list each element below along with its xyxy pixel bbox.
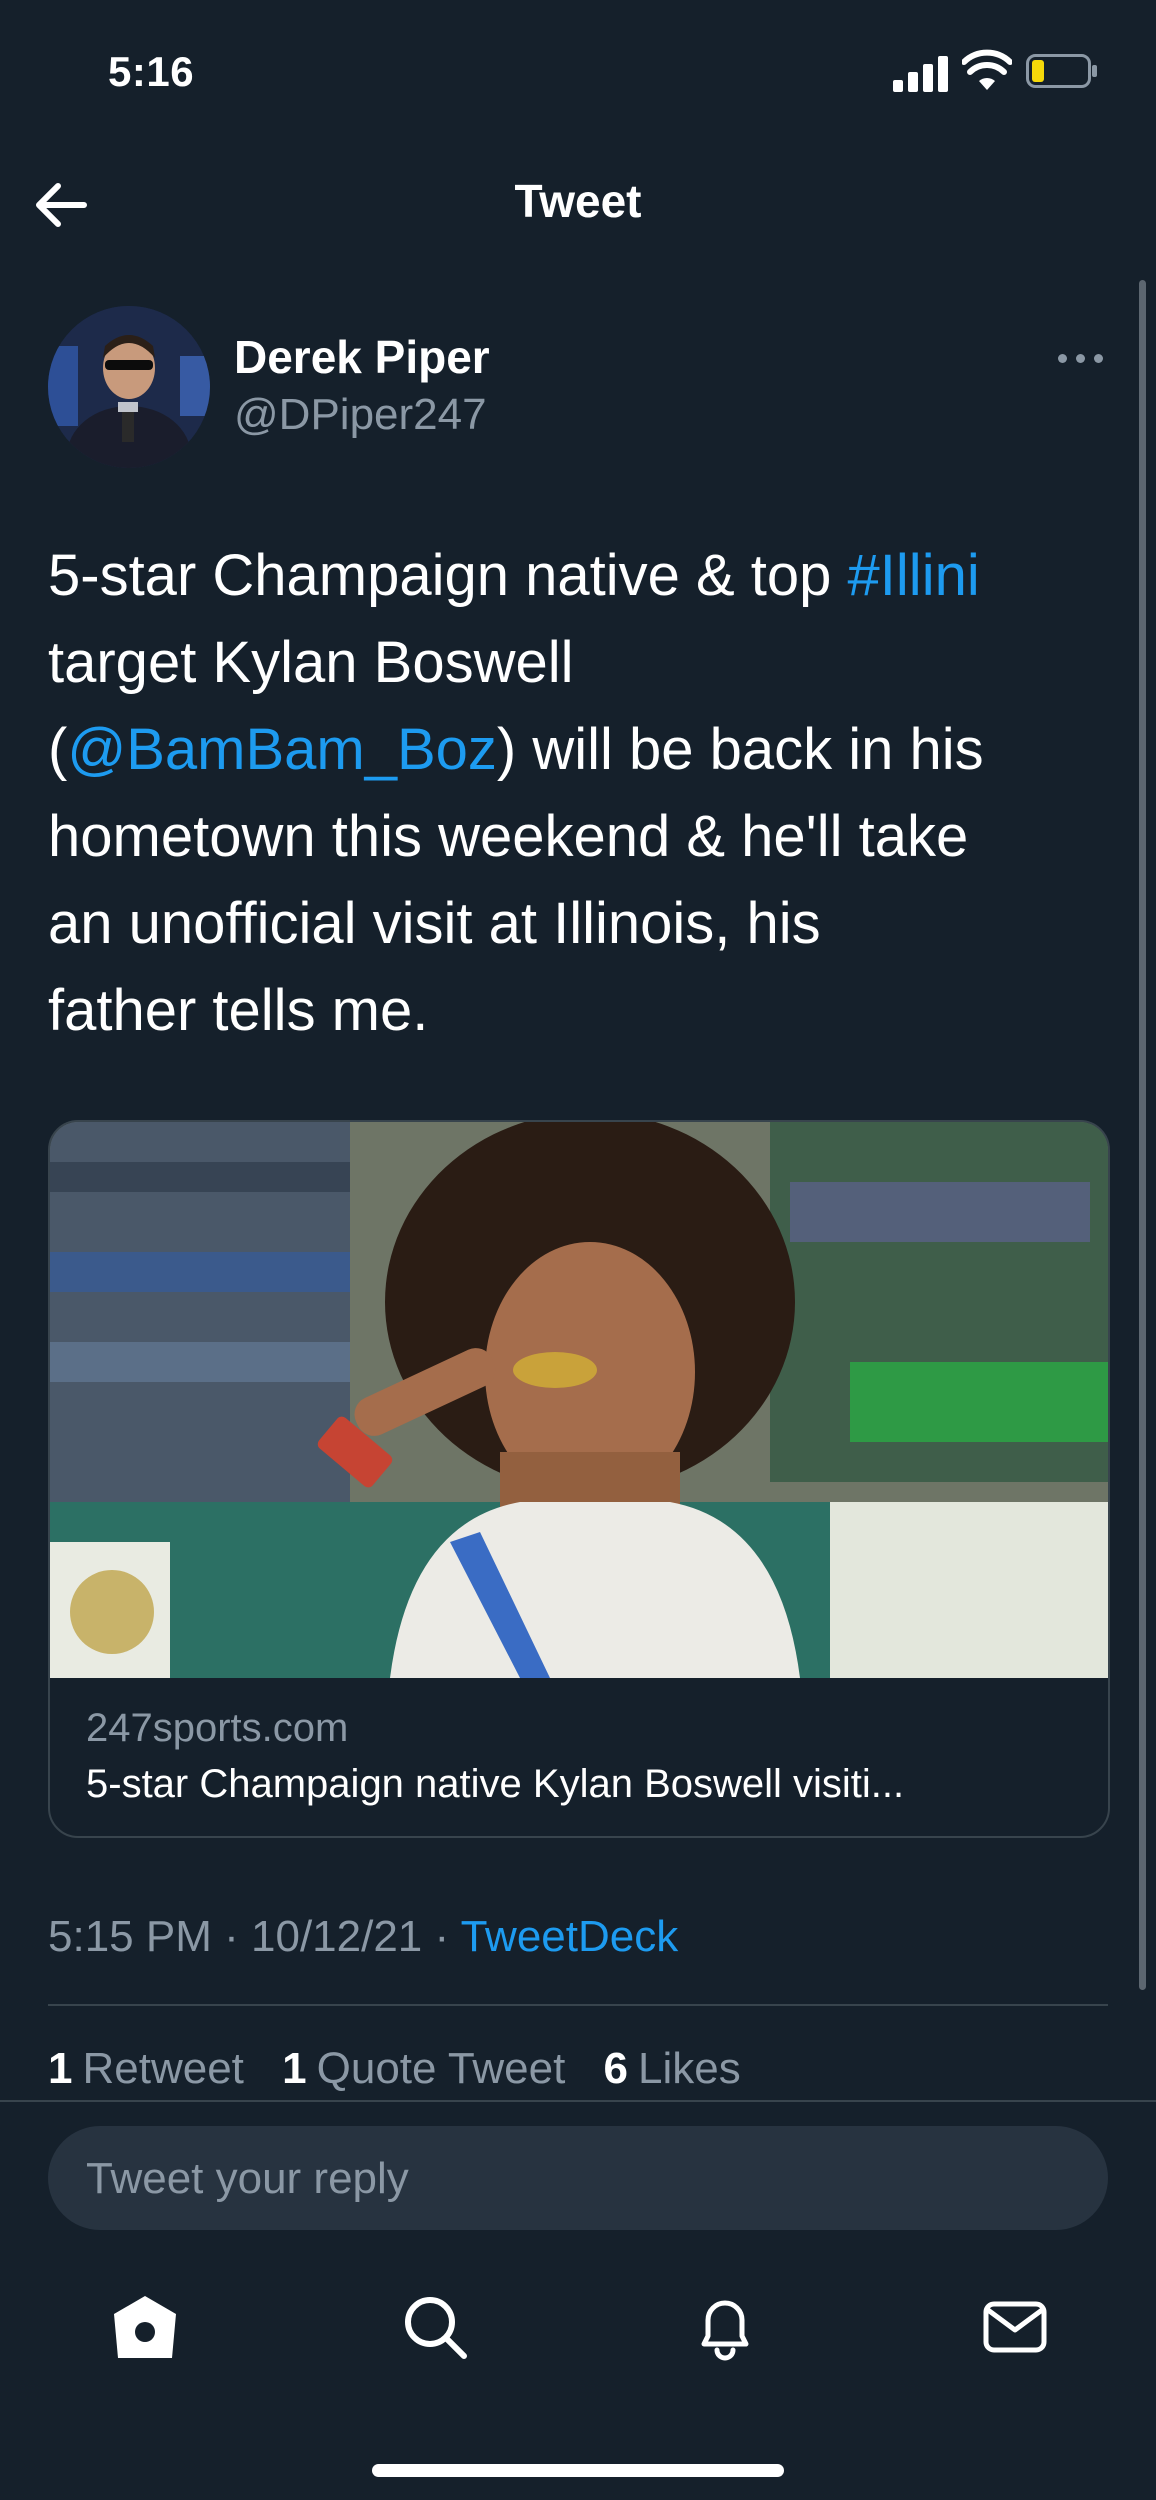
battery-icon xyxy=(1026,54,1097,88)
quote-tweets-count: 1 xyxy=(282,2044,307,2093)
page-title: Tweet xyxy=(514,175,642,227)
retweets-stat[interactable]: 1 Retweet xyxy=(48,2044,244,2093)
home-icon[interactable] xyxy=(110,2292,180,2362)
hashtag-link[interactable]: #Illini xyxy=(848,543,980,608)
tweet-source-link[interactable]: TweetDeck xyxy=(461,1912,679,1961)
author-name[interactable]: Derek Piper xyxy=(234,330,490,384)
separator: · xyxy=(224,1912,239,1961)
quote-tweets-stat[interactable]: 1 Quote Tweet xyxy=(282,2044,565,2093)
divider xyxy=(0,2100,1156,2102)
home-indicator[interactable] xyxy=(372,2464,784,2477)
likes-stat[interactable]: 6 Likes xyxy=(604,2044,741,2093)
likes-label: Likes xyxy=(638,2044,741,2093)
author-avatar[interactable] xyxy=(48,306,210,468)
tweet-timestamp: 5:15 PM · 10/12/21 · TweetDeck xyxy=(48,1912,678,1962)
reply-box[interactable] xyxy=(48,2126,1108,2232)
tweet-time[interactable]: 5:15 PM xyxy=(48,1912,212,1961)
card-image xyxy=(50,1122,1108,1678)
retweets-count: 1 xyxy=(48,2044,73,2093)
wifi-icon xyxy=(962,49,1012,90)
author-handle[interactable]: @DPiper247 xyxy=(234,390,487,440)
mention-link[interactable]: @BamBam_Boz xyxy=(67,717,497,782)
mail-icon[interactable] xyxy=(980,2292,1050,2362)
cellular-signal-icon xyxy=(893,52,951,92)
search-icon[interactable] xyxy=(400,2292,470,2362)
tweet-text-part: 5-star Champaign native & top xyxy=(48,543,848,608)
likes-count: 6 xyxy=(603,2044,629,2093)
link-preview-card[interactable]: 247sports.com 5-star Champaign native Ky… xyxy=(48,1120,1110,1838)
separator: · xyxy=(434,1912,450,1961)
more-options-icon[interactable] xyxy=(1058,352,1104,366)
bell-icon[interactable] xyxy=(690,2292,760,2362)
tweet-stats: 1 Retweet 1 Quote Tweet 6 Likes xyxy=(48,2044,741,2094)
reply-input[interactable] xyxy=(84,2126,1068,2232)
retweets-label: Retweet xyxy=(82,2044,244,2093)
tweet-date[interactable]: 10/12/21 xyxy=(251,1912,422,1961)
quote-tweets-label: Quote Tweet xyxy=(316,2044,566,2093)
card-title: 5-star Champaign native Kylan Boswell vi… xyxy=(86,1762,905,1806)
divider xyxy=(48,2004,1108,2006)
status-time: 5:16 xyxy=(108,48,195,95)
card-domain: 247sports.com xyxy=(86,1706,349,1750)
tweet-text: 5-star Champaign native & top #Illini ta… xyxy=(48,532,1118,1054)
scrollbar[interactable] xyxy=(1139,280,1146,1990)
